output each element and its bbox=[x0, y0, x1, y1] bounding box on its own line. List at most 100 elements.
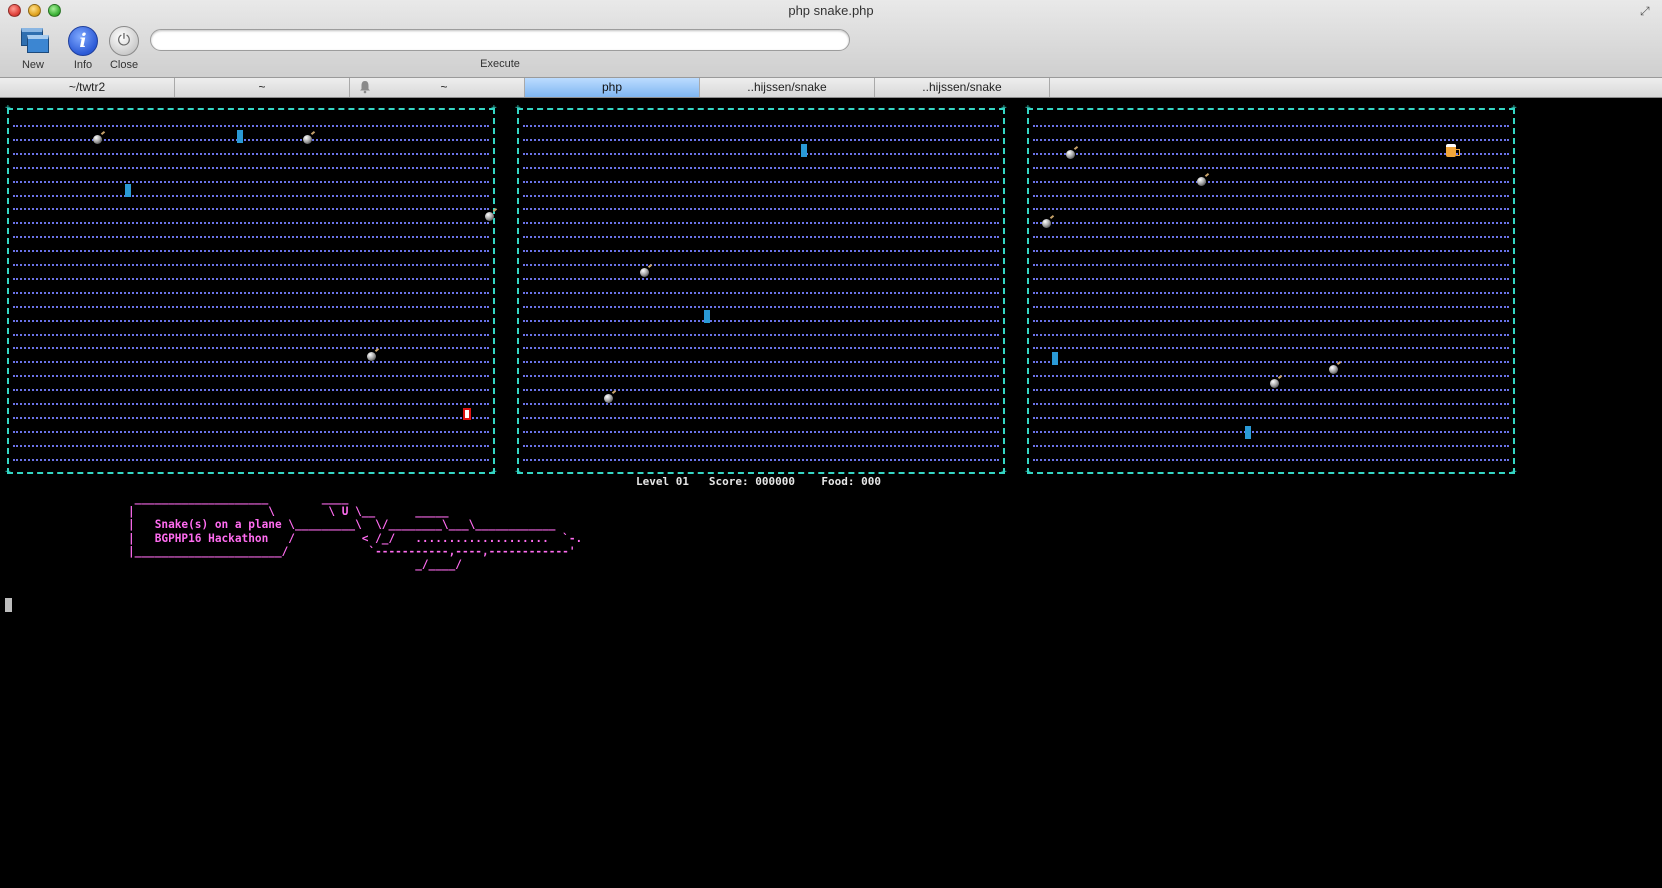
grid-dot-row bbox=[13, 195, 489, 197]
tab-twtr2[interactable]: ~/twtr2 bbox=[0, 78, 175, 97]
tab-label: php bbox=[601, 80, 623, 94]
game-board-2: + + + + bbox=[515, 103, 1007, 478]
grid-dot-row bbox=[523, 292, 999, 294]
grid-dot-row bbox=[1033, 181, 1509, 183]
grid-dot-row bbox=[1033, 195, 1509, 197]
grid-dot-row bbox=[1033, 125, 1509, 127]
board-corner: + bbox=[491, 103, 497, 114]
new-button[interactable]: New bbox=[8, 26, 58, 71]
grid-dot-row bbox=[523, 153, 999, 155]
grid-dot-row bbox=[523, 278, 999, 280]
grid-dot-row bbox=[1033, 264, 1509, 266]
board-corner: + bbox=[515, 103, 521, 114]
snake-head-icon bbox=[463, 408, 471, 420]
grid-dot-row bbox=[13, 278, 489, 280]
bomb-icon bbox=[1066, 150, 1075, 159]
grid-dot-row bbox=[523, 195, 999, 197]
grid-dot-row bbox=[13, 250, 489, 252]
grid-dot-row bbox=[13, 153, 489, 155]
grid-dot-row bbox=[523, 417, 999, 419]
tab-home-bell[interactable]: ~ bbox=[350, 78, 525, 97]
grid-dot-row bbox=[523, 347, 999, 349]
close-label: Close bbox=[109, 59, 139, 71]
grid-dot-row bbox=[1033, 431, 1509, 433]
grid-dot-row bbox=[1033, 250, 1509, 252]
board-corner: + bbox=[1025, 467, 1031, 478]
grid-dot-row bbox=[1033, 222, 1509, 224]
grid-dot-row bbox=[1033, 153, 1509, 155]
grid-dot-row bbox=[13, 292, 489, 294]
grid-dot-row bbox=[13, 403, 489, 405]
grid-dot-row bbox=[13, 208, 489, 210]
grid-dot-row bbox=[523, 320, 999, 322]
grid-dot-row bbox=[1033, 167, 1509, 169]
execute-label: Execute bbox=[480, 58, 520, 70]
terminal-cursor bbox=[5, 598, 12, 612]
info-icon: i bbox=[68, 26, 98, 56]
grid-dot-row bbox=[523, 389, 999, 391]
tab-snake-2[interactable]: ..hijssen/snake bbox=[875, 78, 1050, 97]
bomb-icon bbox=[1270, 379, 1279, 388]
grid-dot-row bbox=[1033, 389, 1509, 391]
bomb-icon bbox=[93, 135, 102, 144]
grid-dot-row bbox=[13, 334, 489, 336]
grid-dot-row bbox=[1033, 208, 1509, 210]
window-title: php snake.php bbox=[788, 3, 874, 18]
snake-segment-icon bbox=[125, 184, 131, 197]
board-grid bbox=[523, 115, 999, 467]
grid-dot-row bbox=[1033, 459, 1509, 461]
close-icon: ⏻ bbox=[109, 26, 139, 56]
grid-dot-row bbox=[523, 236, 999, 238]
board-corner: + bbox=[1025, 103, 1031, 114]
grid-dot-row bbox=[13, 320, 489, 322]
terminal-view[interactable]: + + + + + + + + + + + + Level 01 Score: 000000 Fo… bbox=[0, 99, 1662, 888]
tab-label: ..hijssen/snake bbox=[747, 80, 827, 94]
grid-dot-row bbox=[523, 222, 999, 224]
grid-dot-row bbox=[13, 306, 489, 308]
game-board-1: + + + + bbox=[5, 103, 497, 478]
ascii-banner: ____________________ ____ | \ \ U \__ __… bbox=[128, 492, 583, 572]
tab-label: ~ bbox=[440, 80, 448, 94]
snake-segment-icon bbox=[704, 310, 710, 323]
grid-dot-row bbox=[13, 417, 489, 419]
grid-dot-row bbox=[1033, 320, 1509, 322]
grid-dot-row bbox=[13, 236, 489, 238]
grid-dot-row bbox=[1033, 334, 1509, 336]
grid-dot-row bbox=[13, 264, 489, 266]
grid-dot-row bbox=[523, 264, 999, 266]
board-corner: + bbox=[1001, 467, 1007, 478]
tab-php[interactable]: php bbox=[525, 78, 700, 97]
grid-dot-row bbox=[523, 139, 999, 141]
tab-bar: ~/twtr2 ~ ~ php ..hijssen/snake ..hijsse… bbox=[0, 78, 1662, 98]
grid-dot-row bbox=[1033, 236, 1509, 238]
grid-dot-row bbox=[523, 306, 999, 308]
board-corner: + bbox=[5, 467, 11, 478]
board-corner: + bbox=[1511, 467, 1517, 478]
grid-dot-row bbox=[13, 445, 489, 447]
grid-dot-row bbox=[13, 375, 489, 377]
tab-snake-1[interactable]: ..hijssen/snake bbox=[700, 78, 875, 97]
grid-dot-row bbox=[523, 431, 999, 433]
grid-dot-row bbox=[13, 181, 489, 183]
grid-dot-row bbox=[1033, 278, 1509, 280]
grid-dot-row bbox=[1033, 403, 1509, 405]
bomb-icon bbox=[1329, 365, 1338, 374]
board-grid bbox=[1033, 115, 1509, 467]
board-corner: + bbox=[1001, 103, 1007, 114]
command-input[interactable] bbox=[150, 29, 850, 51]
grid-dot-row bbox=[1033, 347, 1509, 349]
bomb-icon bbox=[1042, 219, 1051, 228]
grid-dot-row bbox=[523, 167, 999, 169]
grid-dot-row bbox=[1033, 292, 1509, 294]
bomb-icon bbox=[367, 352, 376, 361]
grid-dot-row bbox=[1033, 417, 1509, 419]
grid-dot-row bbox=[523, 334, 999, 336]
tab-home[interactable]: ~ bbox=[175, 78, 350, 97]
bomb-icon bbox=[1197, 177, 1206, 186]
game-board-3: + + + + bbox=[1025, 103, 1517, 478]
close-button[interactable]: ⏻ Close bbox=[99, 26, 149, 71]
new-label: New bbox=[21, 59, 44, 71]
grid-dot-row bbox=[13, 125, 489, 127]
grid-dot-row bbox=[523, 250, 999, 252]
fullscreen-icon[interactable]: ⤢ bbox=[1640, 4, 1654, 18]
